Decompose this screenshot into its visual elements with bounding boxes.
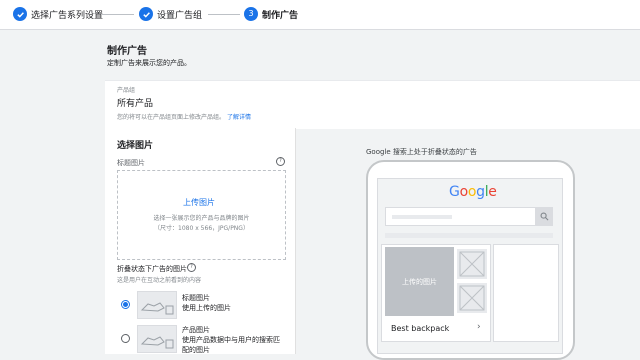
help-icon[interactable]: ? [187, 263, 196, 272]
shoe-icon [140, 336, 174, 349]
step-connector [208, 14, 240, 15]
logo-letter: o [459, 184, 469, 200]
header-image-label: 标题图片 [117, 159, 145, 167]
step-1-check-icon[interactable] [13, 7, 27, 21]
product-group-hint: 您的将可以在产品组页面上修改产品组。 了解详情 [117, 112, 251, 121]
upload-image-link[interactable]: 上传图片 [183, 197, 215, 208]
upload-hint-line-1: 选择一张展示您的产品与品牌的图片 [153, 215, 250, 222]
image-placeholder-icon [459, 285, 485, 311]
option-product-image-desc: 使用产品数据中与用户的搜索匹 [182, 336, 280, 344]
ad-headline: Best backpack [391, 324, 450, 333]
page-subtitle: 定制广告来展示您的产品。 [107, 59, 191, 67]
option-header-image-desc: 使用上传的图片 [182, 304, 231, 312]
collapsed-image-hint: 这是用户在互动之前看到的内容 [117, 277, 202, 284]
step-3-label: 制作广告 [262, 11, 299, 21]
product-thumbnail [456, 282, 488, 314]
uploaded-image-label: 上传的图片 [402, 277, 437, 286]
search-icon [535, 207, 553, 226]
step-1-label[interactable]: 选择广告系列设置 [31, 8, 103, 21]
search-placeholder-line [392, 215, 452, 219]
step-3-number-badge: 3 [244, 7, 258, 21]
logo-letter: o [467, 184, 477, 200]
header-image-thumbnail [137, 291, 177, 319]
shoe-icon [140, 302, 174, 315]
stepper: 选择广告系列设置 设置广告组 3 制作广告 [0, 0, 640, 30]
radio-selected-dot [123, 302, 128, 307]
product-group-label: 产品组 [117, 87, 136, 94]
product-image-thumbnail [137, 325, 177, 353]
option-product-image-title: 产品图片 [182, 326, 210, 334]
option-product-image-radio[interactable] [121, 334, 130, 343]
option-header-image-title: 标题图片 [182, 294, 210, 302]
help-icon[interactable]: ? [276, 157, 285, 166]
product-thumbnail [456, 248, 488, 280]
collapsed-image-label: 折叠状态下广告的图片 [117, 265, 187, 273]
step-connector [102, 14, 134, 15]
uploaded-image-placeholder: 上传的图片 [385, 247, 454, 316]
product-group-value: 所有产品 [117, 99, 154, 109]
chevron-right-icon: › [477, 322, 481, 332]
result-divider [385, 233, 553, 238]
upload-hint-line-2: （尺寸：1080 x 566，JPG/PNG） [154, 225, 249, 232]
preview-title: Google 搜索上处于折叠状态的广告 [366, 148, 477, 156]
step-2-check-icon[interactable] [139, 7, 153, 21]
image-placeholder-icon [459, 251, 485, 277]
learn-more-link[interactable]: 了解详情 [227, 114, 251, 121]
preview-search-bar [385, 207, 553, 226]
product-group-hint-text: 您的将可以在产品组页面上修改产品组。 [117, 114, 226, 121]
logo-letter: G [449, 184, 460, 200]
google-logo: Google [449, 184, 497, 200]
step-2-label[interactable]: 设置广告组 [157, 8, 202, 21]
image-section-title: 选择图片 [117, 141, 154, 151]
logo-letter: g [476, 184, 485, 200]
product-group-card [105, 80, 640, 129]
page-title: 制作广告 [107, 46, 147, 57]
next-ad-card [493, 244, 559, 342]
option-header-image-radio[interactable] [121, 300, 130, 309]
logo-letter: e [488, 184, 497, 200]
